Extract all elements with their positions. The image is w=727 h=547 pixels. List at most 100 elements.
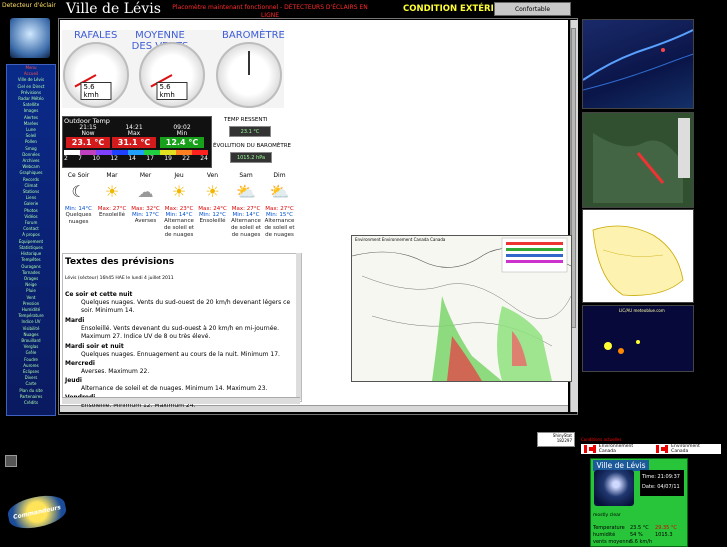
temp-scale-number: 14 <box>128 155 136 162</box>
temp-scale-number: 12 <box>110 155 118 162</box>
satellite-map-2[interactable] <box>582 112 694 208</box>
temp-now-value: 23.1 °C <box>66 137 110 148</box>
forecast-day-name: Jeu <box>174 172 184 179</box>
temp-scale: 2 7 10 12 14 17 19 22 24 <box>64 150 208 164</box>
weather-box-hum-value: 54 % <box>630 532 643 538</box>
temp-scale-number: 7 <box>78 155 82 162</box>
sun-cloud-icon: ⛅ <box>269 182 290 201</box>
precipitation-map[interactable]: Environment Environnement Canada Canada <box>351 235 572 382</box>
lightning-map[interactable]: LIC/AU meteoblue.com <box>582 305 694 372</box>
weather-box-temp-value: 23.5 °C <box>630 525 649 531</box>
left-menu-item[interactable]: Crédits <box>7 400 55 406</box>
night-cloud-icon: ☾ <box>71 182 86 201</box>
temp-ressenti-label: TEMP RESSENTI <box>224 117 268 123</box>
sun-icon: ☀ <box>205 182 220 201</box>
weather-box-temp-label: Temperature <box>593 525 625 531</box>
previsions-text: Quelques nuages. Vents du sud-ouest de 2… <box>81 299 291 314</box>
moyenne-gauge: 5.6 kmh <box>139 42 205 108</box>
forecast-day: Ce Soir ☾ Min: 14°C Quelques nuages <box>62 172 95 226</box>
cloud-icon: ☁ <box>137 182 154 201</box>
moyenne-reading: 5.6 kmh <box>156 82 188 100</box>
rafales-reading: 5.6 kmh <box>80 82 112 100</box>
temp-scale-number: 10 <box>92 155 100 162</box>
forecast-day-desc: Alternance de soleil et de nuages <box>264 218 295 238</box>
forecast-day: Jeu ☀ Max: 23°C Min: 14°C Alternance de sole… <box>163 172 196 239</box>
satellite-map-2-graphic <box>583 113 693 207</box>
forecast-day-desc: Quelques nuages <box>65 212 92 225</box>
satellite-map-1-graphic <box>583 29 693 91</box>
precipitation-map-graphic <box>352 236 571 381</box>
weather-box-timedate: Time: 21:09:37 Date: 04/07/11 <box>640 470 684 496</box>
previsions-heading: Mercredi <box>65 360 95 367</box>
radar-dish-image <box>10 18 50 58</box>
previsions-heading: Jeudi <box>65 377 82 384</box>
envcan-banner[interactable]: Environnement Canada Environment Canada <box>581 444 721 454</box>
temp-scale-number: 2 <box>64 155 68 162</box>
previsions-text: Averses. Maximum 22. <box>81 368 150 375</box>
forecast-strip: Ce Soir ☾ Min: 14°C Quelques nuages Mar ☀ Max:… <box>62 172 298 250</box>
forecast-day-desc: Alternance de soleil et de nuages <box>230 218 262 238</box>
weather-box-time: Time: 21:09:37 <box>642 474 680 480</box>
previsions-horizontal-scrollbar[interactable] <box>62 397 300 404</box>
temp-min: 09:02 Min 12.4 °C <box>160 125 204 148</box>
satellite-map-1[interactable] <box>582 19 694 109</box>
gauge-title-barometre: BAROMÈTRE <box>222 30 285 41</box>
condition-value: Confortable <box>494 2 571 16</box>
previsions-title: Textes des prévisions <box>65 257 175 267</box>
precipitation-map-caption: Environment Environnement Canada Canada <box>355 237 446 242</box>
weather-box-wind-label: vents moyenne <box>593 539 632 545</box>
envcan-name-fr: Environnement Canada <box>598 444 634 454</box>
left-menu: Menu Accueil Ville de Lévis Ciel en Direct P… <box>6 64 56 416</box>
previsions-vertical-scrollbar[interactable] <box>296 253 301 400</box>
lightning-map-caption: LIC/AU meteoblue.com <box>619 308 665 313</box>
weather-box-extra1: 29.35 °C <box>655 525 677 531</box>
rafales-gauge: 5.6 kmh <box>63 42 129 108</box>
temp-scale-number: 22 <box>182 155 190 162</box>
weather-box-date: Date: 04/07/11 <box>642 484 680 490</box>
forecast-day-name: Mer <box>139 172 152 179</box>
forecast-day-name: Ce Soir <box>67 172 90 179</box>
lightning-map-graphic <box>583 306 693 371</box>
canada-flag-icon <box>584 445 596 453</box>
visitor-counter[interactable]: ShinyStat 182297 <box>537 432 575 447</box>
forecast-day: Dim ⛅ Max: 27°C Min: 15°C Alternance de sole… <box>263 172 296 239</box>
envcan-name-en: Environment Canada <box>671 444 700 454</box>
region-map[interactable] <box>582 209 694 303</box>
temp-min-value: 12.4 °C <box>160 137 204 148</box>
night-sky-icon <box>594 470 634 506</box>
temp-max: 14:21 Max 31.1 °C <box>112 125 156 148</box>
forecast-day-desc: Alternance de soleil et de nuages <box>163 218 195 238</box>
forecast-day-desc: Ensoleillé <box>98 212 126 218</box>
temp-max-value: 31.1 °C <box>112 137 156 148</box>
previsions-text: Alternance de soleil et de nuages. Minim… <box>81 385 268 392</box>
baro-evolution-label: ÉVOLUTION DU BAROMÈTRE <box>213 143 292 149</box>
baro-evolution-value: 1015.2 hPa <box>230 152 272 163</box>
forecast-day: Sam ⛅ Max: 27°C Min: 14°C Alternance de sole… <box>230 172 263 239</box>
temp-now: 21:15 Now 23.1 °C <box>66 125 110 148</box>
previsions-issued: Lévis (sécteur) 16h45 HAE le lundi 4 jui… <box>65 276 174 281</box>
forecast-day: Mar ☀ Max: 27°C Ensoleillé <box>96 172 129 219</box>
site-title: Ville de Lévis <box>66 1 161 17</box>
previsions-heading: Ce soir et cette nuit <box>65 291 133 298</box>
temp-scale-numbers: 2 7 10 12 14 17 19 22 24 <box>64 155 208 162</box>
temp-ressenti-value: 23.1 °C <box>229 126 271 137</box>
weather-box-wind-value: 5.6 km/h <box>630 539 653 545</box>
forecast-day: Mer ☁ Max: 32°C Min: 17°C Averses <box>129 172 162 225</box>
previsions-heading: Mardi <box>65 317 85 324</box>
previsions-heading: Mardi soir et nuit <box>65 343 124 350</box>
weather-box-extra2: 1015.3 <box>655 532 673 538</box>
forecast-day-name: Ven <box>206 172 219 179</box>
weather-box-hum-label: humidité <box>593 532 616 538</box>
temp-scale-number: 24 <box>200 155 208 162</box>
weather-box-sky: mostly clear <box>593 513 621 518</box>
envcan-header: Conditions actuelles <box>581 437 622 442</box>
previsions-text: Quelques nuages. Ennuagement au cours de… <box>81 351 280 358</box>
barometre-gauge <box>216 42 282 108</box>
barometre-needle <box>248 51 250 75</box>
gauge-title-rafales: RAFALES <box>74 30 118 41</box>
forecast-day-name: Dim <box>273 172 286 179</box>
counter-value: 182297 <box>556 438 572 443</box>
small-image-icon[interactable] <box>5 455 17 467</box>
previsions-text: Ensoleillé. Vents devenant du sud-ouest … <box>81 325 279 340</box>
forecast-day-name: Sam <box>239 172 253 179</box>
